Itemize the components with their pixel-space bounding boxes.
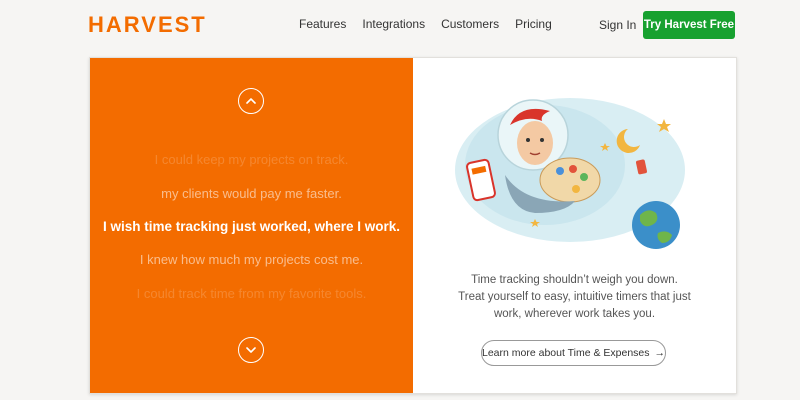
nav-link-features[interactable]: Features — [299, 17, 346, 31]
nav-link-pricing[interactable]: Pricing — [515, 17, 552, 31]
astronaut-illustration — [455, 98, 685, 249]
nav-link-integrations[interactable]: Integrations — [362, 17, 425, 31]
promo-line: work, wherever work takes you. — [493, 308, 656, 320]
harvest-logo[interactable]: HARVEST — [88, 12, 207, 38]
sign-in-link[interactable]: Sign In — [599, 18, 636, 32]
promo-line: Time tracking shouldn’t weigh you down. — [471, 274, 678, 286]
nav-link-customers[interactable]: Customers — [441, 17, 499, 31]
promo-panel: Time tracking shouldn’t weigh you down. … — [413, 58, 736, 393]
arrow-right-icon: → — [654, 347, 666, 359]
carousel-phrase-active: I wish time tracking just worked, where … — [102, 219, 401, 234]
try-harvest-free-button[interactable]: Try Harvest Free — [643, 11, 735, 39]
phrase-carousel: I could keep my projects on track. my cl… — [90, 58, 413, 393]
top-nav: HARVEST Features Integrations Customers … — [0, 0, 800, 50]
learn-more-button[interactable]: Learn more about Time & Expenses → — [481, 340, 666, 366]
carousel-phrase: my clients would pay me faster. — [161, 186, 342, 201]
carousel-phrase: I could keep my projects on track. — [154, 152, 349, 167]
carousel-phrase: I knew how much my projects cost me. — [139, 252, 364, 267]
carousel-next-button[interactable] — [238, 337, 264, 363]
chevron-up-icon — [246, 98, 256, 104]
learn-more-label: Learn more about Time & Expenses — [482, 347, 650, 359]
nav-links: Features Integrations Customers Pricing — [299, 17, 552, 31]
carousel-phrase: I could track time from my favorite tool… — [136, 286, 367, 301]
chevron-down-icon — [246, 347, 256, 353]
hero-card: I could keep my projects on track. my cl… — [89, 57, 737, 394]
carousel-prev-button[interactable] — [238, 88, 264, 114]
promo-line: Treat yourself to easy, intuitive timers… — [458, 291, 691, 303]
promo-description: Time tracking shouldn’t weigh you down. … — [413, 272, 736, 323]
